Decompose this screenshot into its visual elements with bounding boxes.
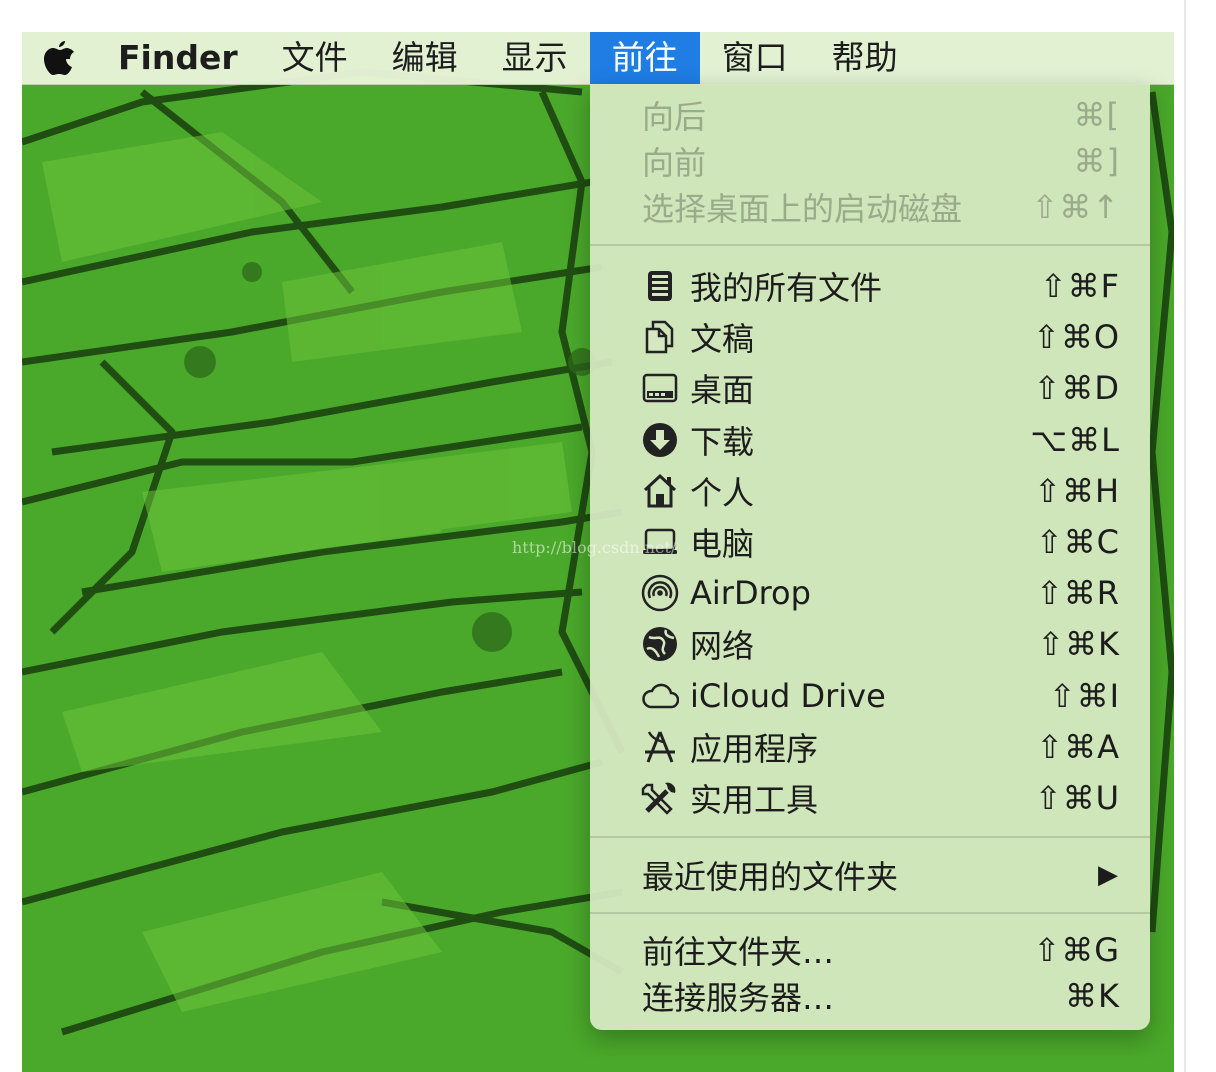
menu-item-recent-folders[interactable]: 最近使用的文件夹 ▶ [590, 852, 1150, 898]
apple-logo-icon[interactable] [32, 32, 88, 84]
menu-item-label: 下载 [690, 422, 755, 461]
shortcut-label: ⇧⌘↑ [1031, 188, 1120, 226]
shortcut-label: ⇧⌘D [1033, 369, 1120, 408]
menu-item-documents[interactable]: 文稿 ⇧⌘O [590, 314, 1150, 360]
submenu-arrow-icon: ▶ [1098, 860, 1118, 890]
menu-item-label: 向前 [642, 144, 707, 182]
documents-icon [640, 317, 680, 357]
shortcut-label: ⇧⌘H [1034, 471, 1120, 510]
menu-item-label: 个人 [690, 473, 755, 512]
menu-item-forward: 向前 ⌘] [590, 138, 1150, 184]
menu-item-network[interactable]: 网络 ⇧⌘K [590, 621, 1150, 667]
shortcut-label: ⇧⌘U [1034, 779, 1120, 817]
menu-item-label: 桌面 [690, 371, 755, 410]
menu-item-label: 选择桌面上的启动磁盘 [642, 190, 963, 228]
shortcut-label: ⌘K [1065, 977, 1120, 1015]
menu-window[interactable]: 窗口 [700, 32, 810, 84]
shortcut-label: ⌥⌘L [1030, 420, 1120, 459]
menu-edit[interactable]: 编辑 [370, 32, 480, 84]
menu-item-connect-to-server[interactable]: 连接服务器… ⌘K [590, 973, 1150, 1019]
applications-icon [640, 727, 680, 767]
menu-item-applications[interactable]: 应用程序 ⇧⌘A [590, 724, 1150, 770]
menu-item-label: 应用程序 [690, 729, 819, 768]
menu-item-startup-disk: 选择桌面上的启动磁盘 ⇧⌘↑ [590, 184, 1150, 230]
menu-file[interactable]: 文件 [260, 32, 370, 84]
menu-item-label: 我的所有文件 [690, 269, 883, 307]
menu-finder[interactable]: Finder [88, 32, 260, 84]
desktop-icon [640, 368, 680, 408]
menu-item-label: 文稿 [690, 320, 755, 359]
shortcut-label: ⇧⌘K [1037, 625, 1120, 664]
menu-item-desktop[interactable]: 桌面 ⇧⌘D [590, 365, 1150, 411]
shortcut-label: ⇧⌘F [1039, 267, 1120, 305]
menu-view[interactable]: 显示 [480, 32, 590, 84]
menu-bar: Finder 文件 编辑 显示 前往 窗口 帮助 [22, 32, 1174, 85]
home-icon [640, 471, 680, 511]
shortcut-label: ⇧⌘G [1033, 931, 1120, 969]
menu-separator [590, 912, 1150, 914]
shortcut-label: ⇧⌘A [1036, 727, 1120, 766]
menu-item-downloads[interactable]: 下载 ⌥⌘L [590, 417, 1150, 463]
menu-item-icloud[interactable]: iCloud Drive ⇧⌘I [590, 673, 1150, 719]
menu-item-label: AirDrop [690, 574, 811, 613]
menu-item-label: 网络 [690, 627, 755, 666]
menu-item-label: 最近使用的文件夹 [642, 858, 899, 896]
shortcut-label: ⇧⌘I [1048, 676, 1120, 715]
menu-item-label: 连接服务器… [642, 979, 835, 1017]
menu-separator [590, 836, 1150, 838]
menu-help[interactable]: 帮助 [810, 32, 920, 84]
menu-item-label: 向后 [642, 98, 707, 136]
shortcut-label: ⇧⌘R [1035, 574, 1120, 613]
menu-item-home[interactable]: 个人 ⇧⌘H [590, 468, 1150, 514]
shortcut-label: ⇧⌘C [1035, 523, 1120, 561]
network-icon [640, 624, 680, 664]
icloud-icon [640, 676, 680, 716]
menu-item-airdrop[interactable]: AirDrop ⇧⌘R [590, 570, 1150, 616]
menu-separator [590, 244, 1150, 246]
menu-item-label: 前往文件夹… [642, 933, 835, 971]
menu-item-go-to-folder[interactable]: 前往文件夹… ⇧⌘G [590, 927, 1150, 973]
menu-item-label: 电脑 [690, 525, 755, 563]
menu-go[interactable]: 前往 [589, 32, 700, 84]
menu-item-label: 实用工具 [690, 781, 819, 819]
shortcut-label: ⌘] [1073, 142, 1120, 180]
downloads-icon [640, 420, 680, 460]
shortcut-label: ⇧⌘O [1033, 318, 1120, 357]
menu-item-all-my-files[interactable]: 我的所有文件 ⇧⌘F [590, 263, 1150, 309]
menu-item-back: 向后 ⌘[ [590, 92, 1150, 138]
all-my-files-icon [640, 266, 680, 306]
page-edge-rule [1184, 0, 1186, 1072]
watermark-text: http://blog.csdn.net/ [512, 538, 677, 557]
utilities-icon [640, 778, 680, 818]
go-menu-dropdown: 向后 ⌘[ 向前 ⌘] 选择桌面上的启动磁盘 ⇧⌘↑ 我的所有文件 ⇧⌘F 文稿 ⇧⌘O 桌面 ⇧⌘D… [590, 84, 1150, 1030]
airdrop-icon [640, 573, 680, 613]
menu-item-label: iCloud Drive [690, 676, 886, 715]
menu-item-utilities[interactable]: 实用工具 ⇧⌘U [590, 775, 1150, 821]
shortcut-label: ⌘[ [1073, 96, 1120, 134]
